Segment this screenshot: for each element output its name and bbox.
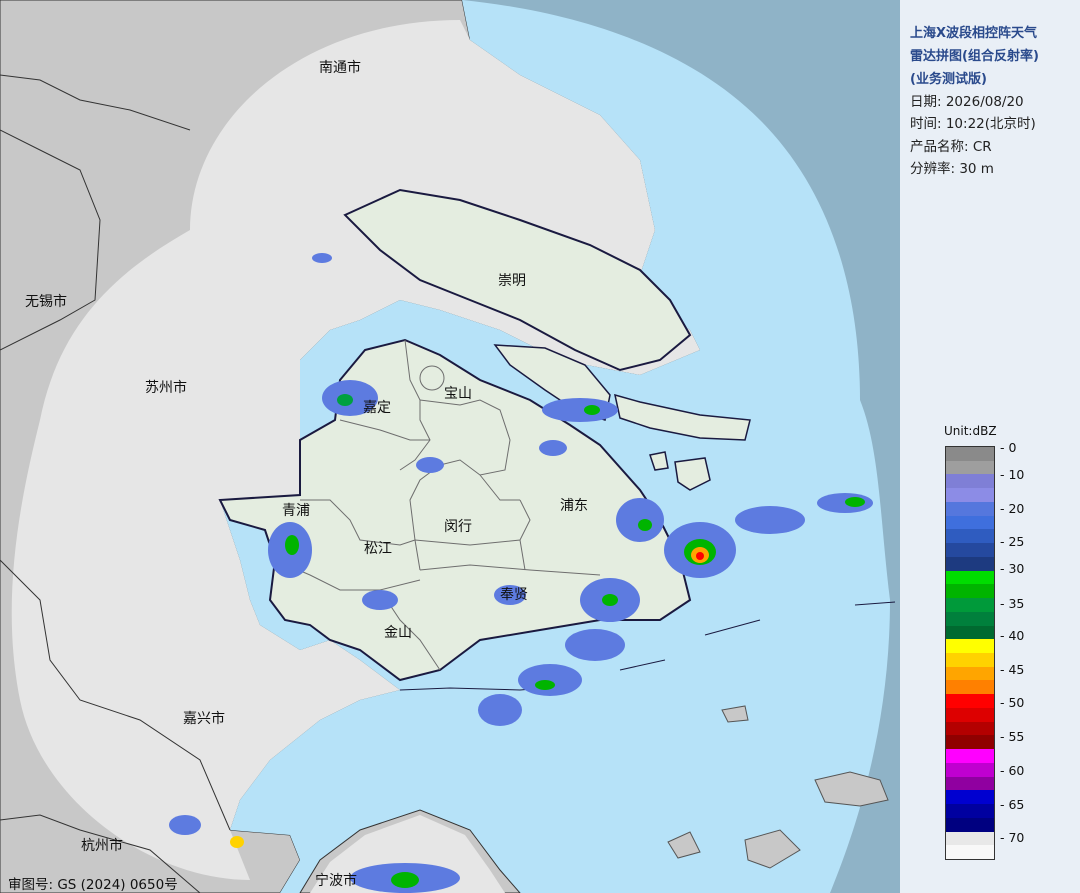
label-ningbo: 宁波市 bbox=[315, 873, 357, 889]
legend-swatch bbox=[946, 749, 994, 764]
legend-tick-label: - 65 bbox=[1000, 797, 1025, 812]
date-line: 日期: 2026/08/20 bbox=[910, 94, 1024, 110]
time-line: 时间: 10:22(北京时) bbox=[910, 116, 1036, 132]
legend-swatch bbox=[946, 447, 994, 462]
legend-swatch bbox=[946, 817, 994, 833]
legend-swatch bbox=[946, 707, 994, 723]
legend-tick-label: - 30 bbox=[1000, 561, 1025, 576]
product-line: 产品名称: CR bbox=[910, 139, 992, 155]
label-nantong: 南通市 bbox=[319, 60, 361, 76]
map-approval-caption: 审图号: GS (2024) 0650号 bbox=[8, 877, 178, 893]
label-songjiang: 松江 bbox=[364, 541, 392, 557]
legend-swatch bbox=[946, 639, 994, 654]
legend-swatch bbox=[946, 653, 994, 668]
legend-tick-label: - 0 bbox=[1000, 440, 1017, 455]
legend-swatch bbox=[946, 776, 994, 791]
legend-swatch bbox=[946, 460, 994, 475]
legend-swatch bbox=[946, 721, 994, 736]
legend-tick-label: - 35 bbox=[1000, 596, 1025, 611]
title-line-3: (业务测试版) bbox=[910, 72, 987, 87]
legend-tick-label: - 45 bbox=[1000, 662, 1025, 677]
legend-swatch bbox=[946, 556, 994, 572]
label-pudong: 浦东 bbox=[560, 498, 588, 514]
legend-tick-label: - 40 bbox=[1000, 628, 1025, 643]
legend-swatch bbox=[946, 501, 994, 517]
legend-swatch bbox=[946, 804, 994, 819]
label-jiaxing: 嘉兴市 bbox=[183, 711, 225, 727]
legend-swatch bbox=[946, 680, 994, 695]
legend-swatch bbox=[946, 474, 994, 489]
legend-tick-label: - 55 bbox=[1000, 729, 1025, 744]
legend-unit: Unit:dBZ bbox=[944, 424, 997, 438]
legend-tick-label: - 50 bbox=[1000, 695, 1025, 710]
label-baoshan: 宝山 bbox=[444, 386, 472, 402]
legend-swatch bbox=[946, 611, 994, 627]
label-suzhou: 苏州市 bbox=[145, 380, 187, 396]
legend-swatch bbox=[946, 488, 994, 503]
legend-swatch bbox=[946, 584, 994, 599]
legend-swatch bbox=[946, 570, 994, 585]
legend-swatch bbox=[946, 625, 994, 640]
legend-tick-label: - 70 bbox=[1000, 830, 1025, 845]
label-hangzhou: 杭州市 bbox=[81, 838, 123, 854]
label-fengxian: 奉贤 bbox=[500, 587, 528, 603]
legend-swatch bbox=[946, 694, 994, 709]
legend-swatch bbox=[946, 543, 994, 558]
legend-swatch bbox=[946, 666, 994, 681]
label-minhang: 闵行 bbox=[444, 519, 472, 535]
legend-swatch bbox=[946, 831, 994, 846]
legend-swatch bbox=[946, 790, 994, 805]
label-chongming: 崇明 bbox=[498, 273, 526, 289]
legend-swatch bbox=[946, 845, 994, 860]
radar-map bbox=[0, 0, 900, 893]
legend-swatch bbox=[946, 515, 994, 530]
label-qingpu: 青浦 bbox=[282, 503, 310, 519]
title-line-2: 雷达拼图(组合反射率) bbox=[910, 49, 1039, 64]
legend-colorbar bbox=[945, 446, 995, 860]
legend-tick-label: - 60 bbox=[1000, 763, 1025, 778]
legend-swatch bbox=[946, 735, 994, 750]
legend-swatch bbox=[946, 598, 994, 613]
legend-swatch bbox=[946, 762, 994, 778]
label-wuxi: 无锡市 bbox=[25, 294, 67, 310]
label-jinshan: 金山 bbox=[384, 625, 412, 641]
label-jiading: 嘉定 bbox=[363, 400, 391, 416]
legend-tick-label: - 10 bbox=[1000, 467, 1025, 482]
legend-tick-label: - 25 bbox=[1000, 534, 1025, 549]
title-line-1: 上海X波段相控阵天气 bbox=[910, 26, 1038, 41]
resolution-line: 分辨率: 30 m bbox=[910, 161, 994, 177]
legend-tick-label: - 20 bbox=[1000, 501, 1025, 516]
legend-swatch bbox=[946, 529, 994, 544]
